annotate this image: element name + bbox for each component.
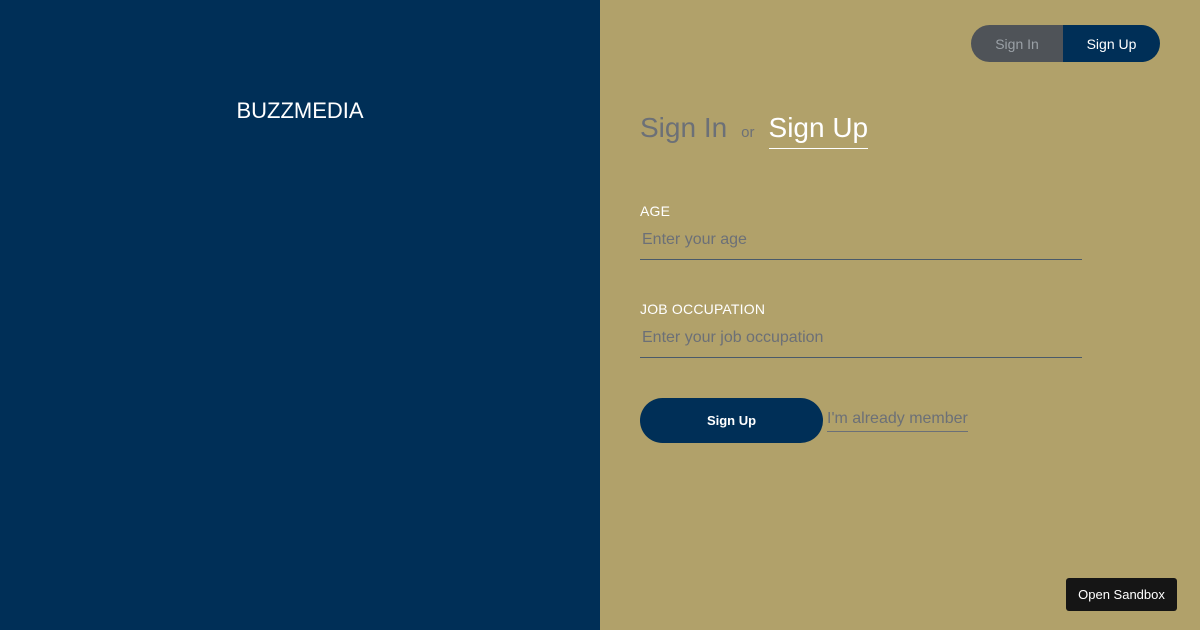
toggle-sign-in-button[interactable]: Sign In bbox=[971, 25, 1063, 62]
form-panel: Sign In Sign Up Sign In or Sign Up AGE J… bbox=[600, 0, 1200, 630]
job-occupation-input[interactable] bbox=[640, 326, 1082, 358]
age-field-group: AGE bbox=[640, 203, 1082, 260]
toggle-sign-up-button[interactable]: Sign Up bbox=[1063, 25, 1160, 62]
sign-up-submit-button[interactable]: Sign Up bbox=[640, 398, 823, 443]
already-member-link[interactable]: I'm already member bbox=[827, 410, 968, 432]
brand-panel: BUZZMEDIA bbox=[0, 0, 600, 630]
job-occupation-label: JOB OCCUPATION bbox=[640, 301, 766, 317]
open-sandbox-button[interactable]: Open Sandbox bbox=[1066, 578, 1177, 611]
job-occupation-field-group: JOB OCCUPATION bbox=[640, 301, 1082, 358]
title-sign-in-link[interactable]: Sign In bbox=[640, 112, 727, 144]
title-sign-up-link[interactable]: Sign Up bbox=[768, 112, 869, 149]
form-actions: Sign Up I'm already member bbox=[640, 398, 968, 443]
form-title: Sign In or Sign Up bbox=[640, 112, 869, 149]
age-input[interactable] bbox=[640, 228, 1082, 260]
age-label: AGE bbox=[640, 203, 671, 219]
title-or-separator: or bbox=[741, 124, 755, 141]
auth-mode-toggle: Sign In Sign Up bbox=[971, 25, 1160, 62]
page: BUZZMEDIA Sign In Sign Up Sign In or Sig… bbox=[0, 0, 1200, 630]
brand-logo-text: BUZZMEDIA bbox=[236, 98, 364, 123]
